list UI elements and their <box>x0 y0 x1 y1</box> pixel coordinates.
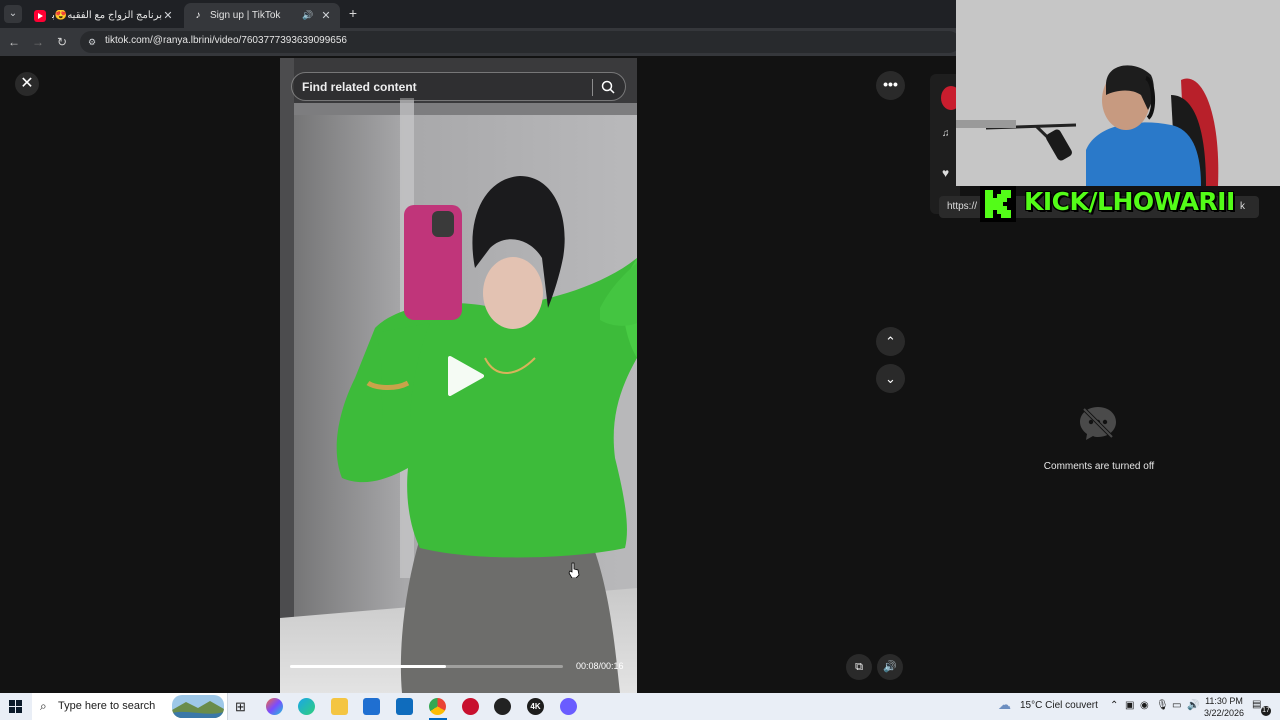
floating-player-icon[interactable]: ⧉ <box>846 654 872 680</box>
search-highlight-image <box>172 695 224 718</box>
heart-icon[interactable]: ♥ <box>942 166 949 180</box>
search-placeholder: Find related content <box>302 80 417 94</box>
kick-channel-banner: KICK/LHOWARII <box>1024 187 1235 216</box>
address-bar[interactable]: ⚙ tiktok.com/@ranya.lbrini/video/7603777… <box>80 31 960 53</box>
obs-icon[interactable] <box>494 698 511 715</box>
clock-time: 11:30 PM <box>1205 696 1243 706</box>
tray-app-icon[interactable]: ▣ <box>1125 700 1134 711</box>
webcam-image <box>956 0 1280 186</box>
outlook-icon[interactable] <box>396 698 413 715</box>
copilot-icon[interactable] <box>266 698 283 715</box>
notification-count: 17 <box>1261 706 1271 716</box>
video-time: 00:08/00:16 <box>576 661 624 671</box>
tab-youtube[interactable]: برنامج الزواج مع الفقيه😍بغات راجل ✕ <box>26 3 182 28</box>
find-related-search[interactable]: Find related content <box>291 72 626 101</box>
tab-audio-icon[interactable]: 🔊 <box>302 10 316 21</box>
comments-off-message: Comments are turned off <box>1043 461 1155 472</box>
new-tab-button[interactable]: + <box>346 6 360 20</box>
link-text: https:// <box>947 201 978 212</box>
search-divider <box>592 79 593 96</box>
discord-icon[interactable] <box>560 698 577 715</box>
tab-search-chevron-icon[interactable]: ⌄ <box>4 5 22 23</box>
show-hidden-icons-icon[interactable]: ⌃ <box>1110 700 1118 711</box>
tab-title: Sign up | TikTok <box>210 10 281 21</box>
tab-close-icon[interactable]: ✕ <box>320 9 332 22</box>
clock-date: 3/22/2026 <box>1203 708 1245 718</box>
weather-text[interactable]: 15°C Ciel couvert <box>1020 700 1098 711</box>
kick-logo <box>980 186 1016 222</box>
video-progress-fill <box>290 665 446 668</box>
streamer-webcam <box>956 0 1280 186</box>
kick-k-icon <box>985 190 1011 218</box>
url-text: tiktok.com/@ranya.lbrini/video/760377739… <box>105 35 347 46</box>
hand-cursor-icon <box>568 562 580 578</box>
volume-icon[interactable]: 🔊 <box>877 654 903 680</box>
more-options-button[interactable]: ••• <box>876 71 905 100</box>
tab-tiktok[interactable]: ♪ Sign up | TikTok 🔊 ✕ <box>184 3 340 28</box>
play-icon[interactable] <box>440 352 488 400</box>
network-icon[interactable]: ▭ <box>1172 700 1181 711</box>
microphone-icon[interactable]: 🎙 <box>1156 700 1169 711</box>
back-icon[interactable]: ← <box>6 34 22 50</box>
chrome-icon[interactable] <box>429 698 446 715</box>
music-note-icon: ♫ <box>942 128 950 139</box>
tiktok-icon: ♪ <box>195 9 201 21</box>
taskbar-search[interactable]: ⌕ Type here to search <box>32 693 228 720</box>
youtube-icon <box>34 9 46 22</box>
edge-icon[interactable] <box>298 698 315 715</box>
reload-icon[interactable]: ↻ <box>54 34 70 50</box>
forward-icon[interactable]: → <box>30 34 46 50</box>
store-icon[interactable] <box>363 698 380 715</box>
windows-start-icon[interactable] <box>9 700 22 713</box>
search-icon: ⌕ <box>40 699 47 713</box>
tab-title: برنامج الزواج مع الفقيه😍بغات راجل <box>52 10 162 21</box>
app-red-icon[interactable] <box>462 698 479 715</box>
tab-close-icon[interactable]: ✕ <box>162 9 174 22</box>
volume-tray-icon[interactable]: 🔊 <box>1187 700 1199 711</box>
taskbar-clock[interactable]: 11:30 PM 3/22/2026 <box>1200 695 1248 719</box>
tray-app-icon[interactable]: ◉ <box>1140 700 1149 711</box>
screen: ⌄ برنامج الزواج مع الفقيه😍بغات راجل ✕ ♪ … <box>0 0 1280 720</box>
file-explorer-icon[interactable] <box>331 698 348 715</box>
taskbar-search-placeholder: Type here to search <box>58 700 156 712</box>
close-viewer-button[interactable]: ✕ <box>15 72 39 96</box>
search-icon[interactable] <box>601 80 615 94</box>
weather-icon[interactable]: ☁ <box>998 697 1011 713</box>
windows-taskbar: ⌕ Type here to search ⊞ 4K ☁ 15°C Ciel c… <box>0 693 1280 720</box>
next-video-button[interactable]: ⌄ <box>876 364 905 393</box>
comments-off-icon <box>1080 407 1116 440</box>
4k-downloader-icon[interactable]: 4K <box>527 698 544 715</box>
site-info-icon[interactable]: ⚙ <box>88 36 100 48</box>
previous-video-button[interactable]: ⌃ <box>876 327 905 356</box>
video-progress-bar[interactable] <box>290 665 563 668</box>
copy-link-label[interactable]: k <box>1240 201 1245 212</box>
task-view-icon[interactable]: ⊞ <box>232 698 249 715</box>
notification-center-icon[interactable]: ▤ 17 <box>1252 699 1271 716</box>
